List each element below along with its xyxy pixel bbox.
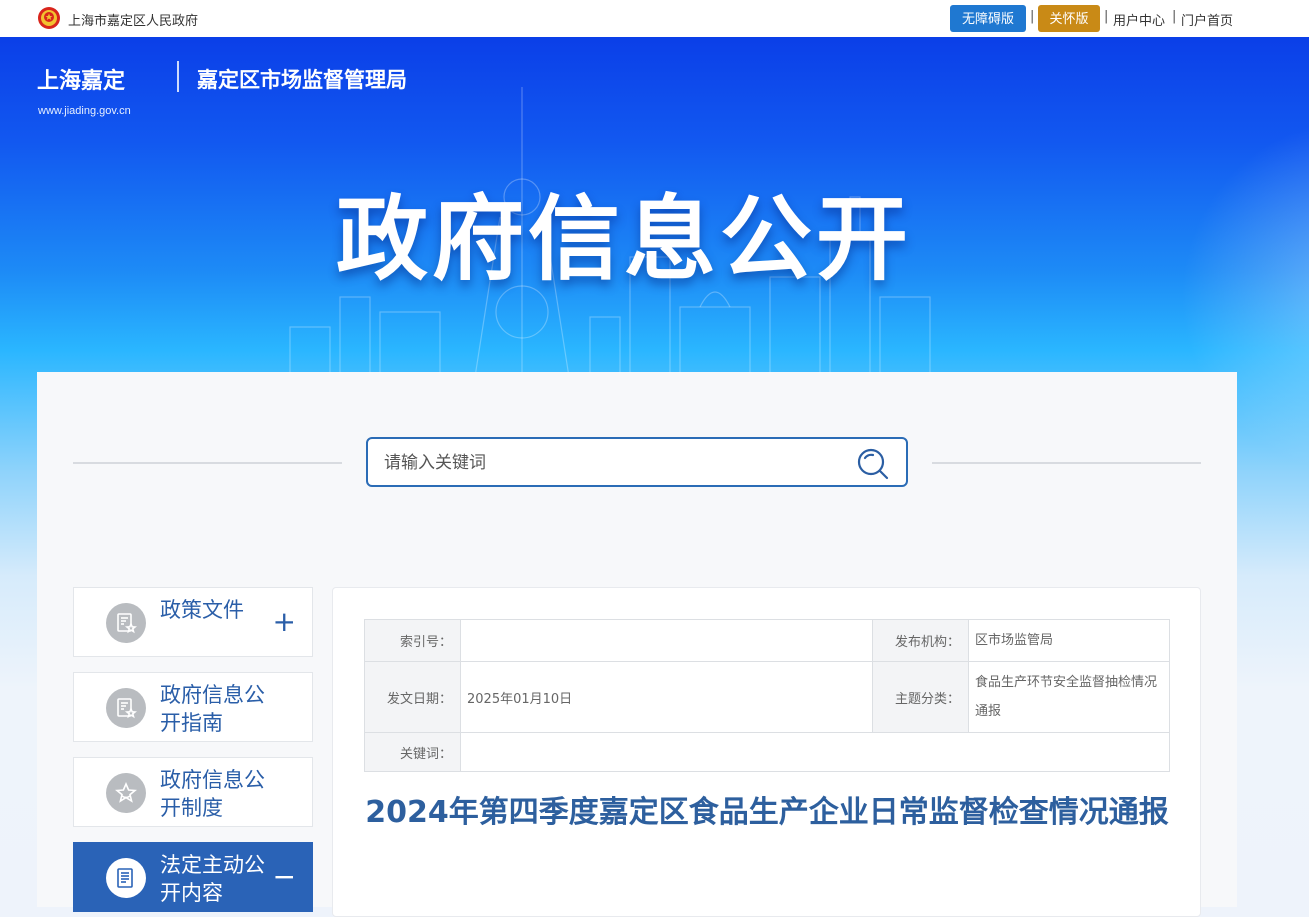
sidebar-item-label: 政策文件	[160, 598, 244, 622]
national-emblem-icon	[38, 7, 60, 29]
accessible-mode-button[interactable]: 无障碍版	[950, 5, 1026, 32]
divider-line	[932, 462, 1201, 464]
search-icon[interactable]	[856, 447, 890, 481]
top-bar: 上海市嘉定区人民政府 无障碍版 | 关怀版 | 用户中心 | 门户首页	[0, 0, 1309, 37]
sidebar-item-statutory-disclosure[interactable]: 法定主动公开内容 −	[73, 842, 313, 912]
sidebar-item-label: 政府信息公开指南	[160, 683, 265, 735]
sidebar-item-label: 法定主动公开内容	[160, 853, 265, 905]
star-badge-icon	[106, 773, 146, 813]
user-center-link[interactable]: 用户中心	[1113, 10, 1165, 29]
search-box	[366, 437, 908, 487]
collapse-icon[interactable]: −	[273, 863, 296, 891]
keywords-value	[460, 732, 1170, 772]
publisher-value: 区市场监管局	[968, 619, 1170, 662]
separator: |	[1030, 9, 1035, 24]
main-panel: 政策文件 + 政府信息公开指南 政府信息公开制度 法定主	[37, 372, 1237, 917]
separator: |	[1104, 9, 1109, 24]
document-star-icon	[106, 603, 146, 643]
logo-url: www.jiading.gov.cn	[38, 105, 131, 117]
portal-home-link[interactable]: 门户首页	[1181, 10, 1233, 29]
document-meta-table: 索引号： 发布机构： 区市场监管局 发文日期： 2025年01月10日 主题分类…	[364, 619, 1170, 772]
expand-icon[interactable]: +	[273, 608, 296, 636]
search-input[interactable]	[382, 450, 842, 476]
document-star-icon	[106, 688, 146, 728]
index-number-label: 索引号：	[364, 619, 461, 662]
topic-category-label: 主题分类：	[872, 661, 969, 733]
divider-line	[73, 462, 342, 464]
hero-title: 政府信息公开	[336, 186, 913, 293]
logo-divider	[177, 61, 179, 92]
separator: |	[1172, 9, 1177, 24]
care-mode-button[interactable]: 关怀版	[1038, 5, 1100, 32]
content-card: 索引号： 发布机构： 区市场监管局 发文日期： 2025年01月10日 主题分类…	[332, 587, 1201, 917]
topic-category-value: 食品生产环节安全监督抽检情况通报	[968, 661, 1170, 733]
sidebar-item-disclosure-system[interactable]: 政府信息公开制度	[73, 757, 313, 827]
sidebar-item-policy-documents[interactable]: 政策文件 +	[73, 587, 313, 657]
publish-date-value: 2025年01月10日	[460, 661, 873, 733]
index-number-value	[460, 619, 873, 662]
department-name: 嘉定区市场监督管理局	[197, 68, 407, 92]
publish-date-label: 发文日期：	[364, 661, 461, 733]
document-list-icon	[106, 858, 146, 898]
article-title: 2024年第四季度嘉定区食品生产企业日常监督检查情况通报	[365, 795, 1169, 830]
publisher-label: 发布机构：	[872, 619, 969, 662]
gov-name[interactable]: 上海市嘉定区人民政府	[68, 10, 198, 29]
keywords-label: 关键词：	[364, 732, 461, 772]
sidebar-item-label: 政府信息公开制度	[160, 768, 265, 820]
sidebar-item-disclosure-guide[interactable]: 政府信息公开指南	[73, 672, 313, 742]
logo-text: 上海嘉定	[37, 68, 126, 94]
